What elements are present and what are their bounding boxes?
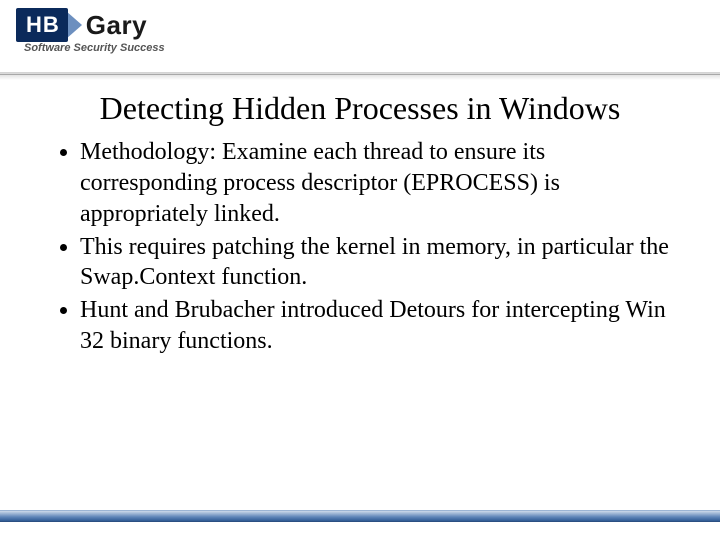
slide-title: Detecting Hidden Processes in Windows — [40, 89, 680, 127]
company-logo: HB Gary — [16, 8, 147, 42]
slide-footer-bar — [0, 510, 720, 522]
list-item: Hunt and Brubacher introduced Detours fo… — [80, 295, 670, 356]
logo-tagline: Software Security Success — [24, 42, 165, 54]
list-item: Methodology: Examine each thread to ensu… — [80, 137, 670, 229]
slide-header: HB Gary Software Security Success — [0, 0, 720, 75]
bullet-list: Methodology: Examine each thread to ensu… — [50, 137, 670, 356]
logo-arrow-icon — [66, 11, 82, 39]
logo-hb-box: HB — [16, 8, 68, 42]
logo-gary-text: Gary — [86, 10, 147, 41]
list-item: This requires patching the kernel in mem… — [80, 232, 670, 293]
